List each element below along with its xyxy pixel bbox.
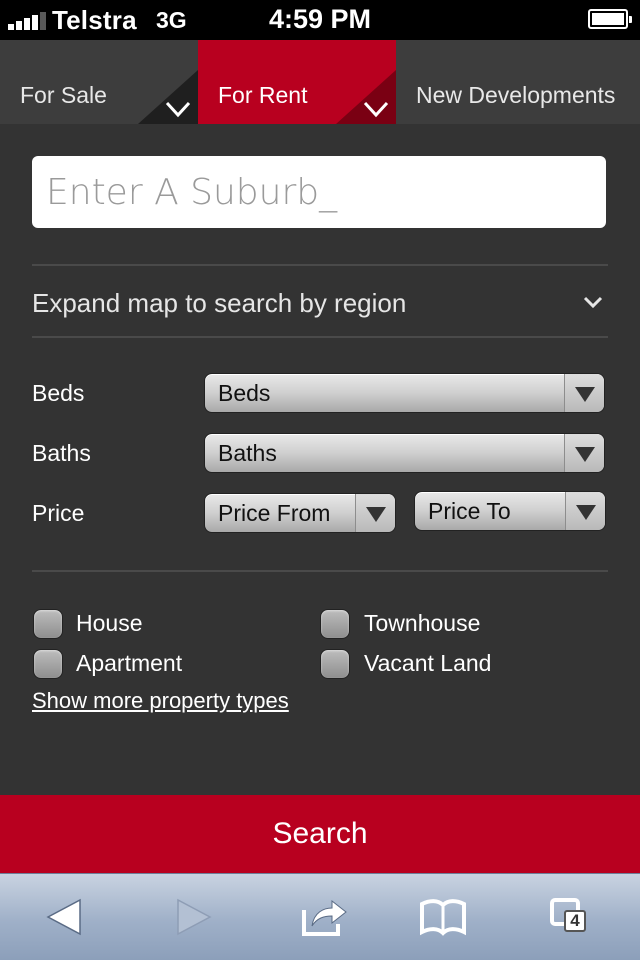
baths-label: Baths [32,440,91,466]
share-icon[interactable] [298,894,348,940]
price-label: Price [32,500,85,526]
suburb-search-input[interactable] [32,156,606,228]
house-checkbox[interactable] [33,609,63,639]
baths-select[interactable]: Baths [204,433,605,473]
expand-map-toggle[interactable]: Expand map to search by region [32,268,608,336]
listing-type-tabs: For Sale For Rent New Developments [0,40,640,124]
beds-label: Beds [32,380,85,406]
expand-map-label: Expand map to search by region [32,288,407,318]
dropdown-arrow-icon [564,374,604,412]
apartment-checkbox[interactable] [33,649,63,679]
baths-select-value: Baths [218,440,277,466]
bookmarks-icon[interactable] [418,894,468,940]
search-button[interactable]: Search [0,795,640,873]
townhouse-label: Townhouse [364,610,481,636]
tabs-icon[interactable]: 4 [548,894,598,940]
beds-select[interactable]: Beds [204,373,605,413]
tab-label: New Developments [416,82,616,108]
chevron-down-icon [165,101,191,118]
tab-new-developments[interactable]: New Developments [396,40,640,124]
divider [32,570,608,572]
open-tabs-count: 4 [564,910,586,932]
tab-for-sale[interactable]: For Sale [0,40,198,124]
forward-icon[interactable] [168,894,218,940]
chevron-down-icon [363,101,389,118]
house-label: House [76,610,143,636]
status-bar: Telstra 3G 4:59 PM [0,0,640,40]
back-icon[interactable] [40,894,90,940]
vacant-land-checkbox[interactable] [320,649,350,679]
townhouse-checkbox[interactable] [320,609,350,639]
tab-label: For Rent [218,82,308,108]
tab-label: For Sale [20,82,107,108]
divider [32,264,608,266]
price-from-select[interactable]: Price From [204,493,396,533]
status-time: 4:59 PM [268,4,372,34]
price-from-value: Price From [218,500,331,526]
vacant-land-label: Vacant Land [364,650,492,676]
divider [32,336,608,338]
price-to-select[interactable]: Price To [414,491,606,531]
price-to-value: Price To [428,498,511,524]
dropdown-arrow-icon [564,434,604,472]
beds-select-value: Beds [218,380,271,406]
browser-toolbar: 4 [0,873,640,960]
dropdown-arrow-icon [355,494,395,532]
chevron-down-icon [583,296,603,309]
dropdown-arrow-icon [565,492,605,530]
battery-icon [588,9,632,29]
apartment-label: Apartment [76,650,183,676]
tab-for-rent[interactable]: For Rent [198,40,396,124]
show-more-property-types-link[interactable]: Show more property types [32,688,289,714]
